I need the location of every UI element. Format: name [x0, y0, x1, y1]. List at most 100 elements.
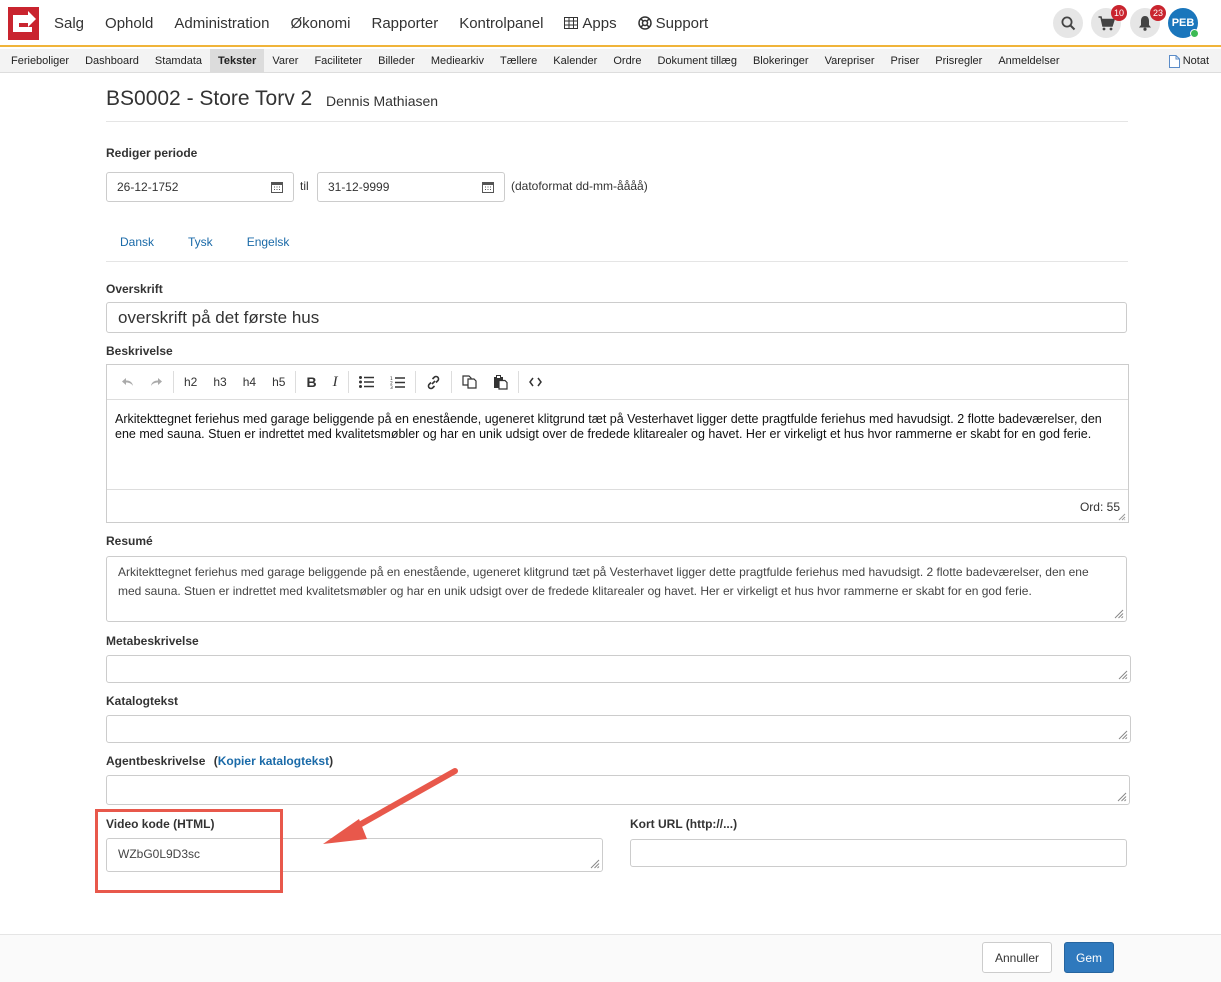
- word-count: Ord: 55: [1079, 500, 1120, 514]
- redo-button[interactable]: [142, 370, 171, 394]
- grid-icon: [564, 17, 579, 29]
- annotation-highlight-box: [95, 809, 283, 893]
- app-logo-icon[interactable]: [8, 7, 39, 40]
- link-icon: [427, 375, 439, 389]
- subnav-mediearkiv[interactable]: Mediearkiv: [423, 49, 492, 73]
- copy-button[interactable]: [454, 370, 485, 394]
- period-from-input[interactable]: 26-12-1752: [106, 172, 294, 202]
- notifications-button[interactable]: 23: [1130, 5, 1166, 38]
- agent-textarea[interactable]: [106, 775, 1130, 805]
- save-button[interactable]: Gem: [1064, 942, 1114, 973]
- nav-salg[interactable]: Salg: [54, 15, 84, 32]
- tab-engelsk[interactable]: Engelsk: [247, 235, 290, 249]
- user-avatar[interactable]: PEB: [1168, 8, 1199, 38]
- toolbar-separator: [450, 371, 452, 393]
- editor-statusbar: Ord: 55: [107, 489, 1128, 523]
- numbered-list-button[interactable]: 123: [382, 370, 413, 394]
- agent-label: Agentbeskrivelse: [106, 754, 206, 768]
- agent-label-row: Agentbeskrivelse (Kopier katalogtekst): [106, 754, 333, 768]
- cart-button[interactable]: 10: [1091, 5, 1127, 38]
- subnav-blokeringer[interactable]: Blokeringer: [745, 49, 817, 73]
- nav-kontrolpanel[interactable]: Kontrolpanel: [459, 15, 543, 32]
- bell-icon: [1139, 16, 1151, 31]
- heading-2-button[interactable]: h2: [176, 370, 205, 394]
- resize-handle-icon[interactable]: [1118, 513, 1126, 521]
- nav-rapporter[interactable]: Rapporter: [371, 15, 438, 32]
- source-code-button[interactable]: [521, 370, 550, 394]
- subnav-varer[interactable]: Varer: [264, 49, 306, 73]
- subnav-dokument-tillaeg[interactable]: Dokument tillæg: [649, 49, 744, 73]
- description-content[interactable]: Arkitekttegnet feriehus med garage belig…: [107, 400, 1128, 489]
- period-label: Rediger periode: [106, 146, 198, 160]
- resize-handle-icon[interactable]: [1118, 670, 1128, 680]
- short-url-input[interactable]: [630, 839, 1127, 867]
- redo-icon: [151, 378, 162, 386]
- copy-icon: [461, 375, 477, 389]
- code-icon: [528, 377, 542, 387]
- catalog-label: Katalogtekst: [106, 694, 179, 708]
- subnav-varepriser[interactable]: Varepriser: [817, 49, 883, 73]
- summary-textarea[interactable]: Arkitekttegnet feriehus med garage belig…: [106, 556, 1127, 622]
- catalog-textarea[interactable]: [106, 715, 1131, 743]
- subnav-dashboard[interactable]: Dashboard: [77, 49, 147, 73]
- toolbar-separator: [517, 371, 519, 393]
- subnav-faciliteter[interactable]: Faciliteter: [306, 49, 370, 73]
- heading-4-button[interactable]: h4: [235, 370, 264, 394]
- svg-text:3: 3: [390, 385, 393, 389]
- calendar-icon[interactable]: [482, 181, 494, 193]
- nav-administration[interactable]: Administration: [174, 15, 269, 32]
- summary-label: Resumé: [106, 534, 153, 548]
- cancel-button[interactable]: Annuller: [982, 942, 1052, 973]
- lifebuoy-icon: [637, 16, 652, 30]
- cart-count-badge: 10: [1110, 5, 1127, 21]
- subnav-ferieboliger[interactable]: Ferieboliger: [3, 49, 77, 73]
- notification-count-badge: 23: [1149, 5, 1166, 21]
- heading-5-button[interactable]: h5: [264, 370, 293, 394]
- nav-apps[interactable]: Apps: [564, 14, 617, 32]
- description-editor: h2 h3 h4 h5 B I 123 Arkitekttegnet ferie…: [106, 364, 1129, 523]
- meta-textarea[interactable]: [106, 655, 1131, 683]
- subnav-tekster[interactable]: Tekster: [210, 48, 265, 73]
- nav-support[interactable]: Support: [637, 14, 709, 32]
- nav-support-label: Support: [655, 14, 709, 32]
- note-link[interactable]: Notat: [1168, 49, 1209, 73]
- subnav-ordre[interactable]: Ordre: [605, 49, 649, 73]
- user-initials: PEB: [1171, 17, 1195, 29]
- period-to-input[interactable]: 31-12-9999: [317, 172, 505, 202]
- meta-label: Metabeskrivelse: [106, 634, 199, 648]
- heading-3-button[interactable]: h3: [205, 370, 234, 394]
- calendar-icon[interactable]: [271, 181, 283, 193]
- note-label: Notat: [1182, 55, 1209, 67]
- subnav-anmeldelser[interactable]: Anmeldelser: [990, 49, 1067, 73]
- owner-name: Dennis Mathiasen: [326, 93, 439, 109]
- subnav-taellere[interactable]: Tællere: [492, 49, 545, 73]
- link-button[interactable]: [418, 370, 449, 394]
- subnav-billeder[interactable]: Billeder: [370, 49, 423, 73]
- paste-button[interactable]: [485, 370, 516, 394]
- nav-okonomi[interactable]: Økonomi: [290, 15, 350, 32]
- headline-input[interactable]: overskrift på det første hus: [106, 302, 1127, 333]
- subnav-stamdata[interactable]: Stamdata: [147, 49, 210, 73]
- toolbar-separator: [295, 371, 297, 393]
- bullet-list-icon: [358, 376, 374, 388]
- toolbar-separator: [347, 371, 349, 393]
- tab-dansk[interactable]: Dansk: [120, 235, 154, 249]
- undo-button[interactable]: [113, 370, 142, 394]
- bullet-list-button[interactable]: [351, 370, 382, 394]
- resize-handle-icon[interactable]: [1118, 730, 1128, 740]
- nav-apps-label: Apps: [582, 14, 617, 32]
- copy-catalog-text-link[interactable]: Kopier katalogtekst: [218, 754, 329, 768]
- resize-handle-icon[interactable]: [1117, 792, 1127, 802]
- resize-handle-icon[interactable]: [590, 859, 600, 869]
- italic-button[interactable]: I: [325, 370, 346, 394]
- nav-ophold[interactable]: Ophold: [105, 15, 153, 32]
- description-label: Beskrivelse: [106, 344, 173, 358]
- search-button[interactable]: [1053, 8, 1083, 38]
- bold-button[interactable]: B: [298, 370, 324, 394]
- date-format-hint: (datoformat dd-mm-åååå): [511, 179, 648, 193]
- tab-tysk[interactable]: Tysk: [188, 235, 213, 249]
- subnav-prisregler[interactable]: Prisregler: [927, 49, 990, 73]
- resize-handle-icon[interactable]: [1114, 609, 1124, 619]
- subnav-kalender[interactable]: Kalender: [545, 49, 605, 73]
- subnav-priser[interactable]: Priser: [883, 49, 928, 73]
